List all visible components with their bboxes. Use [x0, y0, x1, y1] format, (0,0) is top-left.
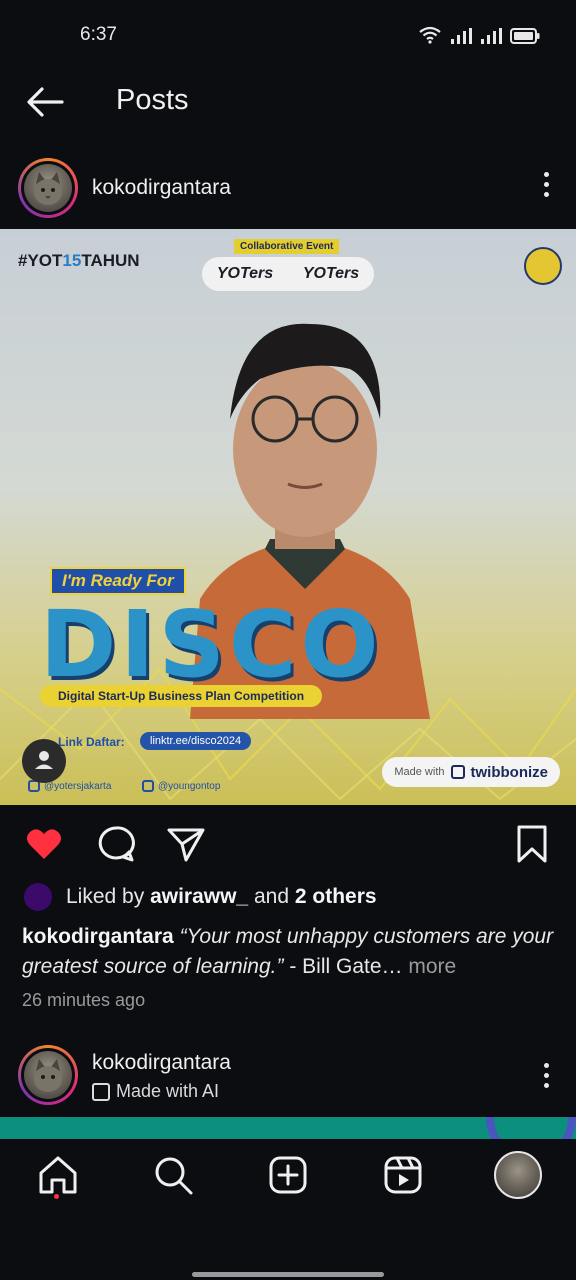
link-label: Link Daftar:	[58, 735, 125, 749]
reels-icon	[384, 1156, 422, 1194]
wifi-icon	[419, 26, 441, 44]
status-time: 6:37	[80, 24, 117, 45]
plus-square-icon	[269, 1156, 307, 1194]
more-options-button[interactable]	[540, 172, 552, 202]
twibbonize-icon	[450, 765, 465, 779]
nav-profile-avatar[interactable]	[494, 1151, 542, 1199]
disco-headline: DISCO	[40, 591, 383, 698]
cat-avatar-image	[24, 1051, 72, 1099]
person-icon	[35, 751, 53, 769]
save-button[interactable]	[512, 824, 552, 864]
avatar[interactable]	[18, 158, 78, 218]
notification-dot	[54, 1194, 59, 1199]
signal-icon	[451, 28, 472, 44]
post-timestamp: 26 minutes ago	[22, 990, 146, 1010]
cat-avatar-image	[24, 164, 72, 212]
caption-username[interactable]: kokodirgantara	[22, 925, 174, 948]
search-icon	[155, 1157, 193, 1195]
bottom-navigation	[0, 1139, 576, 1280]
nav-reels[interactable]	[381, 1153, 425, 1197]
home-icon	[39, 1156, 77, 1194]
arrow-left-icon	[27, 87, 64, 117]
post-actions	[0, 820, 576, 868]
back-button[interactable]	[24, 84, 66, 120]
post-username[interactable]: kokodirgantara	[92, 176, 231, 200]
next-post-header: kokodirgantara Made with AI	[0, 1045, 576, 1115]
gesture-bar	[192, 1272, 384, 1277]
next-post-graphic	[486, 1117, 576, 1139]
post-image[interactable]: #YOT15TAHUN Collaborative Event YOTers Y…	[0, 229, 576, 805]
likes-row[interactable]: Liked by awiraww_ and 2 others	[24, 882, 377, 912]
liker-avatar	[24, 883, 52, 911]
ai-label-icon	[92, 1082, 110, 1101]
link-value: linktr.ee/disco2024	[140, 732, 252, 750]
collab-label: Collaborative Event	[234, 239, 340, 254]
status-bar: 6:37	[0, 0, 576, 72]
tagged-users-button[interactable]	[22, 739, 66, 783]
comment-button[interactable]	[96, 824, 136, 864]
likes-text: Liked by awiraww_ and 2 others	[66, 885, 377, 908]
bookmark-icon	[517, 825, 547, 863]
next-post-more-button[interactable]	[540, 1063, 552, 1093]
nav-home[interactable]	[36, 1153, 80, 1197]
muda-sukses-logo	[524, 247, 562, 285]
more-dots-icon	[543, 172, 549, 177]
twibbonize-badge: Made with twibbonize	[382, 757, 560, 787]
yoters-logo-right: YOTers	[302, 265, 360, 282]
caption-more-link[interactable]: more	[408, 955, 456, 978]
nav-search[interactable]	[151, 1153, 195, 1197]
like-button[interactable]	[24, 824, 64, 864]
nav-create[interactable]	[266, 1153, 310, 1197]
yoters-logo-left: YOTers	[216, 265, 274, 282]
instagram-icon	[142, 780, 154, 792]
post-caption[interactable]: kokodirgantara “Your most unhappy custom…	[22, 922, 557, 982]
next-post-username[interactable]: kokodirgantara	[92, 1051, 231, 1075]
instagram-handle-2: @youngontop	[142, 780, 220, 792]
caption-tail: - Bill Gate…	[283, 955, 403, 978]
status-icons	[418, 26, 540, 44]
heart-filled-icon	[27, 829, 61, 859]
yoters-logos: YOTers YOTers	[202, 257, 374, 291]
next-post-image-preview[interactable]	[0, 1117, 576, 1139]
post-header: kokodirgantara	[0, 150, 576, 228]
made-with-ai-label[interactable]: Made with AI	[92, 1081, 219, 1102]
next-post-avatar[interactable]	[18, 1045, 78, 1105]
share-button[interactable]	[166, 824, 206, 864]
signal-icon-2	[481, 28, 502, 44]
more-dots-icon	[543, 1063, 549, 1068]
comment-icon	[98, 826, 135, 862]
app-bar: Posts	[0, 72, 576, 132]
disco-subtitle: Digital Start-Up Business Plan Competiti…	[40, 685, 323, 707]
page-title: Posts	[116, 84, 189, 116]
send-icon	[167, 828, 205, 862]
hashtag-text: #YOT15TAHUN	[18, 251, 140, 270]
battery-icon	[510, 28, 540, 44]
